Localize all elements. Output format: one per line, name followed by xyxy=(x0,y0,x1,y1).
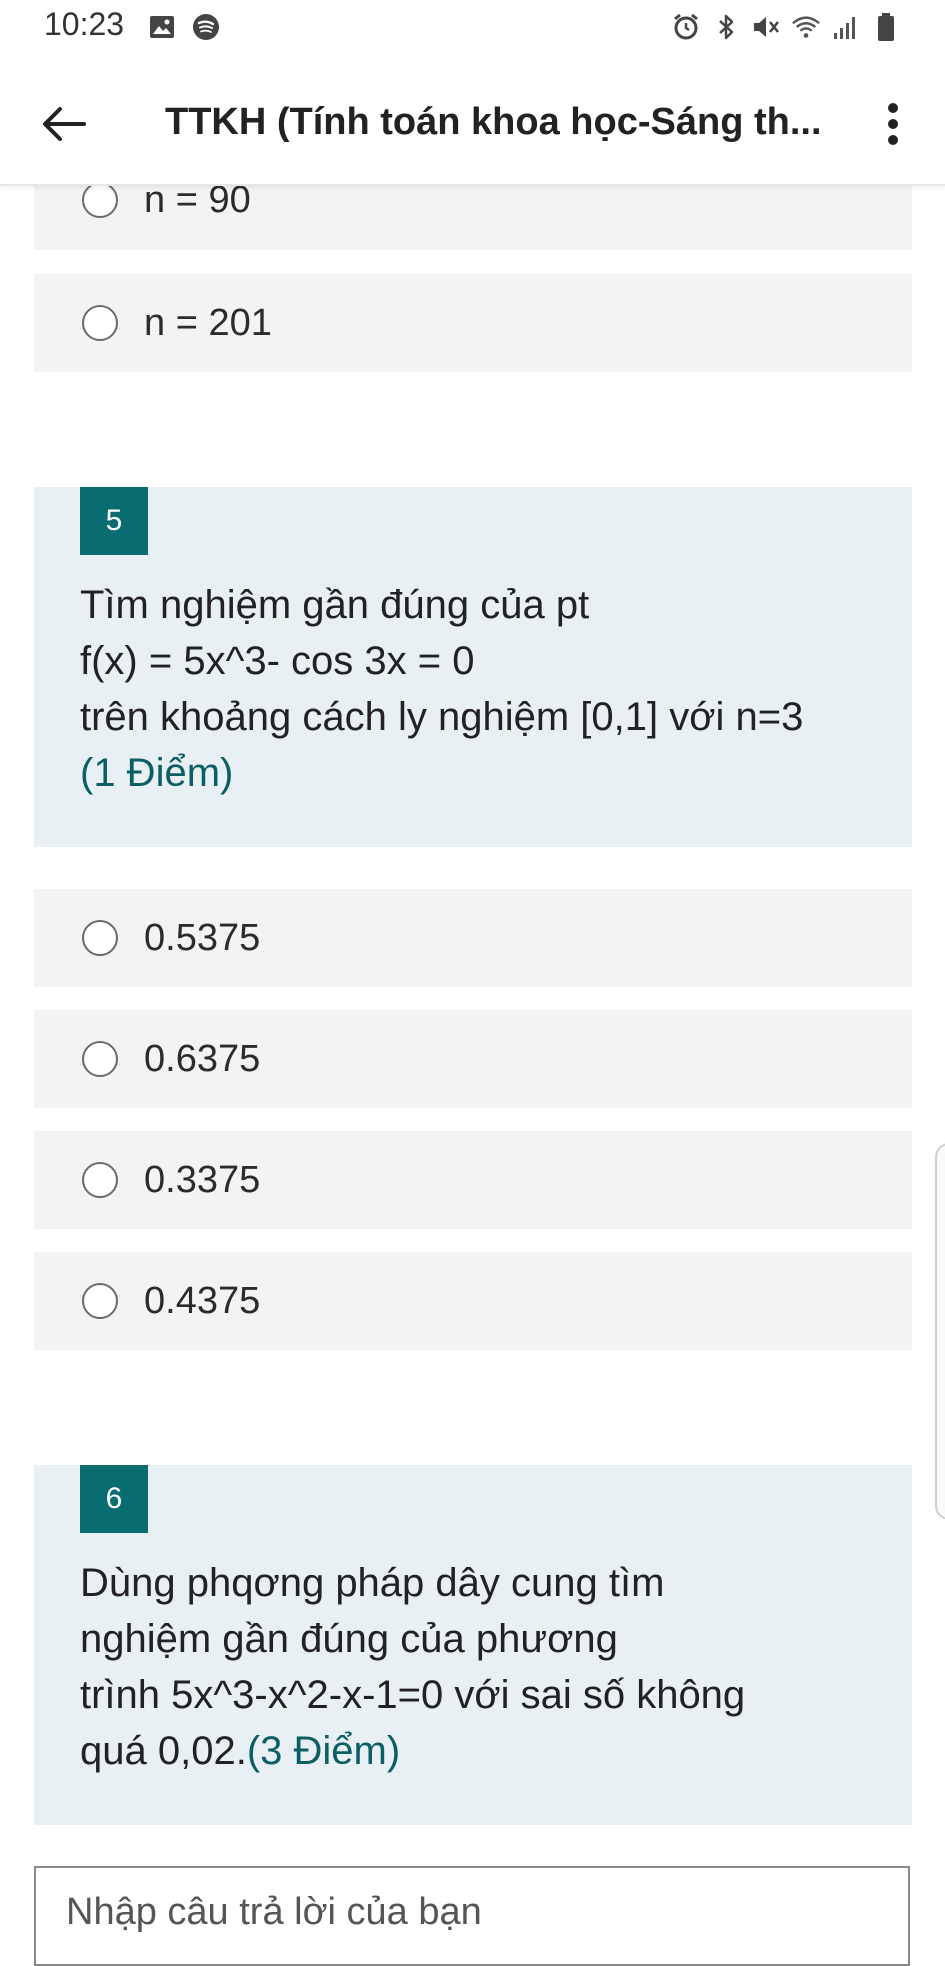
question-text: Tìm nghiệm gần đúng của pt f(x) = 5x^3- … xyxy=(80,577,872,801)
q4-option-2[interactable]: n = 201 xyxy=(34,274,912,372)
alarm-icon xyxy=(671,12,701,42)
more-options-button[interactable] xyxy=(861,92,925,156)
question-line: trình 5x^3-x^2-x-1=0 với sai số không xyxy=(80,1673,746,1717)
answer-input[interactable] xyxy=(64,1890,868,1935)
app-bar: TTKH (Tính toán khoa học-Sáng th... xyxy=(0,60,945,186)
signal-icon xyxy=(831,12,861,42)
question-number: 6 xyxy=(80,1465,148,1533)
more-vert-icon xyxy=(888,103,898,145)
question-line: Dùng phqơng pháp dây cung tìm xyxy=(80,1561,665,1605)
question-number: 5 xyxy=(80,487,148,555)
question-text: Dùng phqơng pháp dây cung tìm nghiệm gần… xyxy=(80,1555,872,1779)
q5-option-2[interactable]: 0.6375 xyxy=(34,1010,912,1108)
radio-button[interactable] xyxy=(82,920,118,956)
question-line-last: quá 0,02.(3 Điểm) xyxy=(80,1723,872,1779)
question-card-5: 5 Tìm nghiệm gần đúng của pt f(x) = 5x^3… xyxy=(34,487,912,847)
question-line: nghiệm gần đúng của phương xyxy=(80,1617,618,1661)
option-label: n = 201 xyxy=(144,301,272,344)
option-label: 0.3375 xyxy=(144,1158,261,1201)
spotify-icon xyxy=(191,12,221,42)
radio-button[interactable] xyxy=(82,1162,118,1198)
battery-icon xyxy=(871,12,901,42)
q5-option-4[interactable]: 0.4375 xyxy=(34,1252,912,1350)
radio-button[interactable] xyxy=(82,1283,118,1319)
question-card-6: 6 Dùng phqơng pháp dây cung tìm nghiệm g… xyxy=(34,1465,912,1825)
back-button[interactable] xyxy=(32,92,96,156)
answer-field[interactable] xyxy=(34,1866,910,1966)
bluetooth-icon xyxy=(711,12,741,42)
radio-button[interactable] xyxy=(82,182,118,218)
option-label: 0.5375 xyxy=(144,916,261,959)
option-label: 0.4375 xyxy=(144,1279,261,1322)
back-arrow-icon xyxy=(43,107,86,141)
wifi-icon xyxy=(791,12,821,42)
question-tail: quá 0,02. xyxy=(80,1729,247,1773)
status-bar: 10:23 xyxy=(0,0,945,60)
question-points: (1 Điểm) xyxy=(80,751,234,795)
radio-button[interactable] xyxy=(82,1041,118,1077)
option-label: 0.6375 xyxy=(144,1037,261,1080)
gallery-icon xyxy=(147,12,177,42)
radio-button[interactable] xyxy=(82,305,118,341)
form-content: n = 90 n = 201 5 Tìm nghiệm gần đúng của… xyxy=(0,0,945,1966)
question-line: trên khoảng cách ly nghiệm [0,1] với n=3 xyxy=(80,695,804,739)
q5-option-1[interactable]: 0.5375 xyxy=(34,889,912,987)
question-line: f(x) = 5x^3- cos 3x = 0 xyxy=(80,639,475,683)
scroll-handle[interactable] xyxy=(935,1143,945,1520)
mute-icon xyxy=(751,12,781,42)
question-line: Tìm nghiệm gần đúng của pt xyxy=(80,583,590,627)
q5-option-3[interactable]: 0.3375 xyxy=(34,1131,912,1229)
question-points: (3 Điểm) xyxy=(246,1729,401,1773)
status-time: 10:23 xyxy=(44,6,125,42)
page-title: TTKH (Tính toán khoa học-Sáng th... xyxy=(165,101,822,143)
